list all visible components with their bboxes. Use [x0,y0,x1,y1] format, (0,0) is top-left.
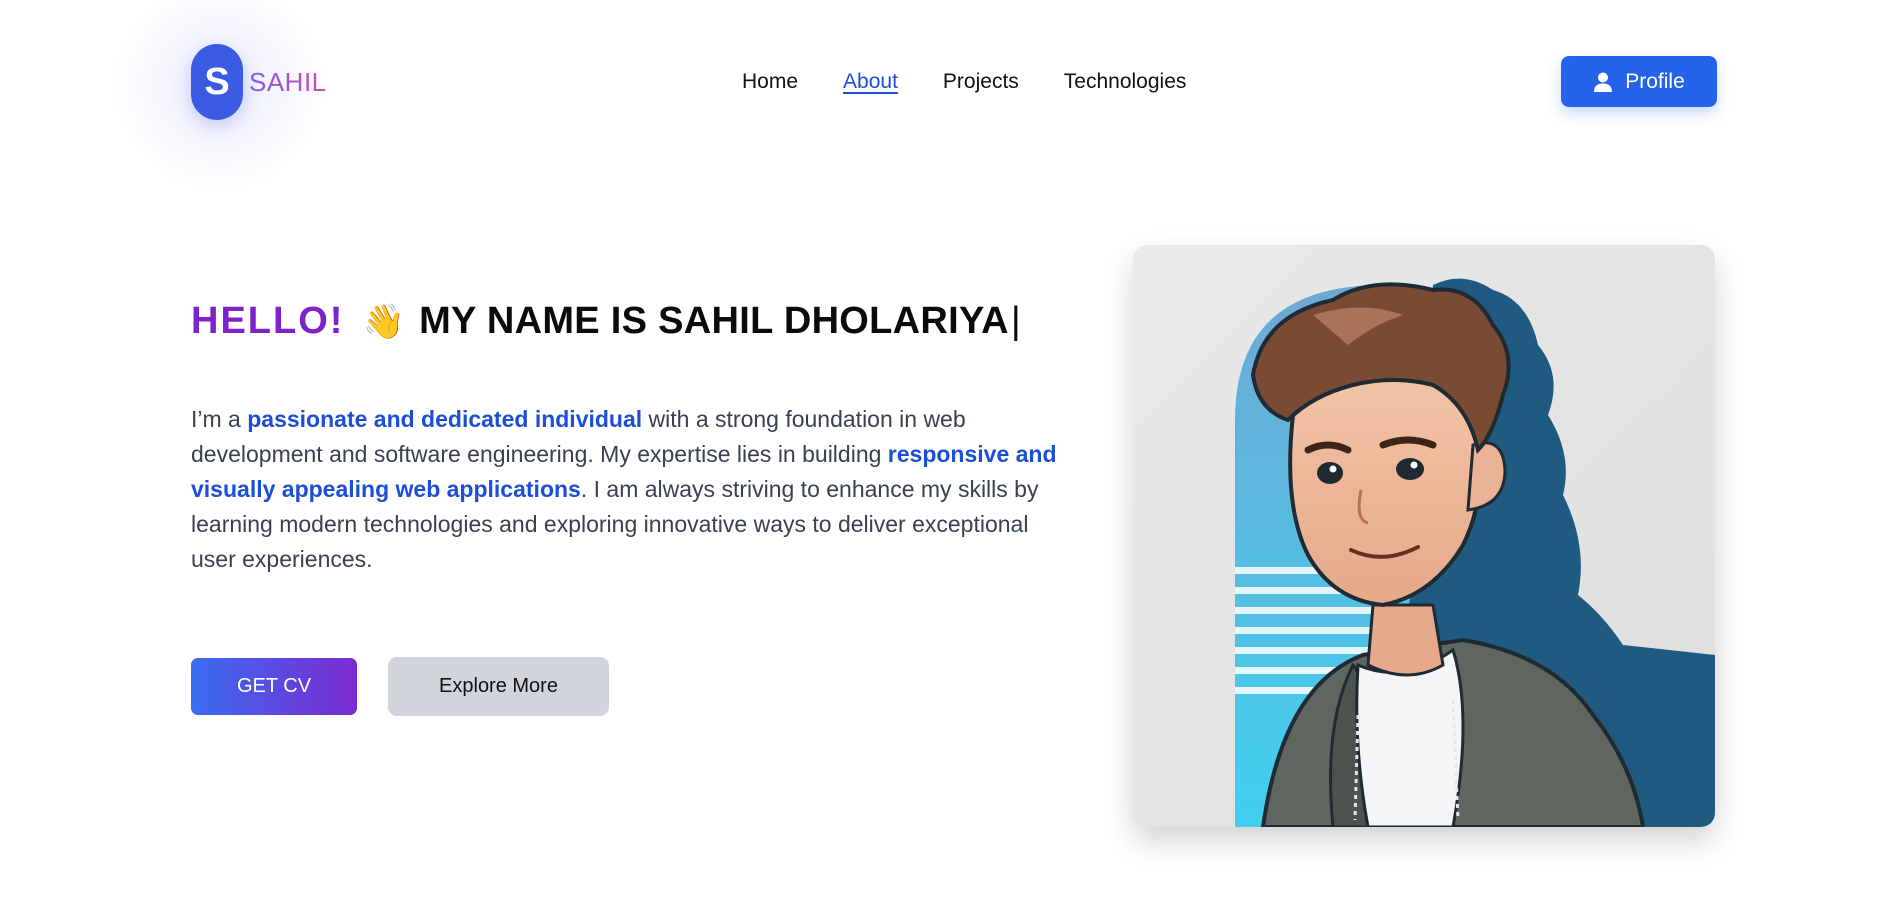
avatar-illustration [1235,278,1715,827]
nav-home[interactable]: Home [742,70,798,94]
explore-more-button[interactable]: Explore More [388,657,609,716]
nav-projects[interactable]: Projects [943,70,1019,94]
hero-headline: HELLO! 👋 MY NAME IS SAHIL DHOLARIYA | [191,300,1021,343]
typing-caret: | [1010,300,1022,342]
wave-emoji: 👋 [362,302,406,341]
main-nav: Home About Projects Technologies [742,70,1186,94]
page: S SAHIL Home About Projects Technologies… [0,0,1886,902]
nav-about[interactable]: About [843,70,898,94]
hello-text: HELLO! [191,300,345,342]
user-icon [1594,72,1613,92]
profile-label: Profile [1625,69,1685,93]
logo-badge: S [191,44,243,120]
portrait-card [1133,245,1715,827]
nav-technologies[interactable]: Technologies [1064,70,1187,94]
logo-text: SAHIL [249,66,327,97]
get-cv-button[interactable]: GET CV [191,658,357,715]
intro-paragraph: I’m a passionate and dedicated individua… [191,402,1071,577]
name-text: MY NAME IS SAHIL DHOLARIYA [419,300,1009,342]
intro-highlight-1: passionate and dedicated individual [247,406,643,432]
profile-button[interactable]: Profile [1561,56,1717,107]
intro-text-1: I’m a [191,406,248,432]
logo[interactable]: S SAHIL [191,44,327,120]
